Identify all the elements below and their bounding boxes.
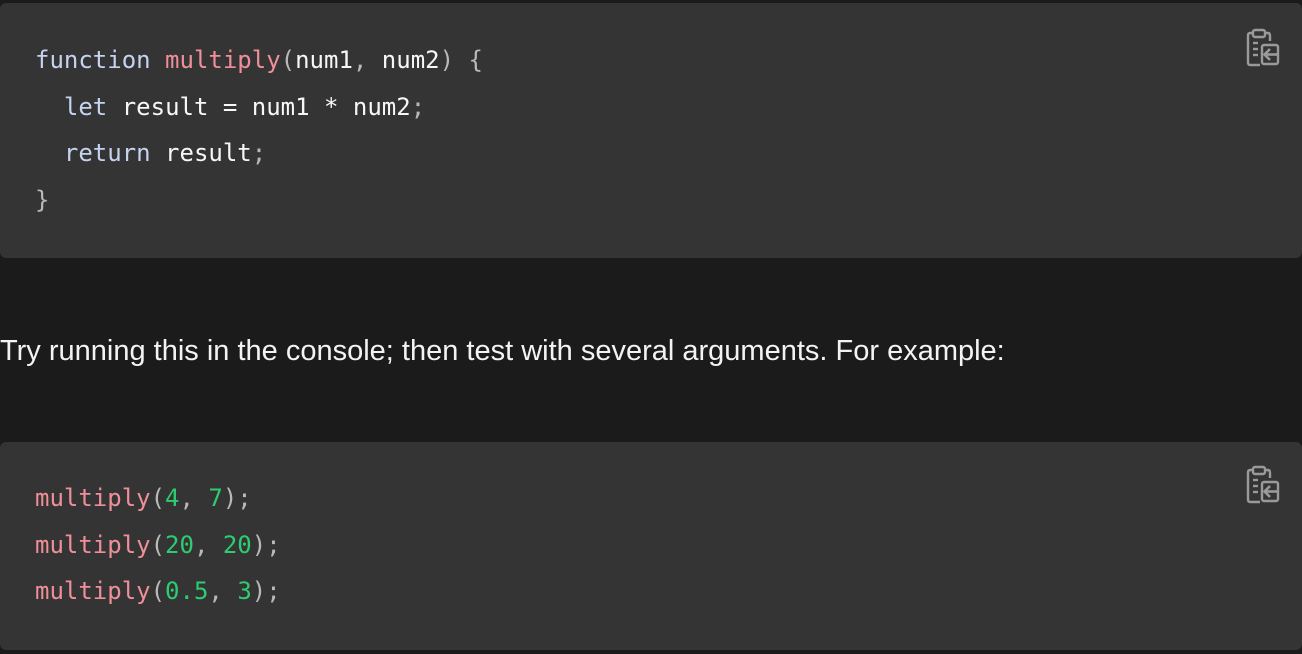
code-token: function bbox=[35, 46, 151, 74]
clipboard-copy-icon bbox=[1246, 465, 1280, 504]
code-token: return bbox=[63, 139, 151, 167]
code-token: 20 bbox=[222, 530, 252, 559]
code-block-usage-examples: multiply(4, 7); multiply(20, 20); multiply… bbox=[0, 442, 1302, 650]
code-line: let result = num1 * num2; bbox=[35, 84, 483, 131]
code-token: ( bbox=[150, 530, 166, 559]
code-line: multiply(4, 7); bbox=[35, 475, 281, 522]
code-token: , bbox=[193, 530, 223, 559]
clipboard-copy-icon bbox=[1246, 28, 1280, 67]
code-token: 7 bbox=[208, 484, 223, 512]
code-token: let bbox=[63, 92, 108, 121]
code-token: , bbox=[208, 577, 238, 605]
code-token: } bbox=[35, 185, 50, 214]
code-content: function multiply(num1, num2) { let resu… bbox=[35, 37, 483, 223]
code-token: multiply bbox=[35, 577, 151, 605]
code-line: multiply(20, 20); bbox=[35, 522, 281, 569]
copy-code-button[interactable] bbox=[1246, 28, 1282, 68]
code-content: multiply(4, 7); multiply(20, 20); multiply… bbox=[35, 475, 281, 615]
code-token: ); bbox=[222, 484, 252, 512]
code-token: ( bbox=[150, 577, 166, 605]
code-token: 3 bbox=[237, 577, 252, 605]
code-token: ) { bbox=[439, 46, 483, 74]
code-token: 0.5 bbox=[165, 577, 209, 605]
code-token: , bbox=[352, 46, 382, 74]
code-line: } bbox=[35, 177, 483, 224]
code-token: result = num1 * num2 bbox=[107, 92, 411, 121]
instruction-paragraph: Try running this in the console; then te… bbox=[0, 335, 1005, 367]
code-line: function multiply(num1, num2) { bbox=[35, 37, 483, 84]
code-token: 4 bbox=[165, 484, 180, 512]
code-token: ( bbox=[150, 484, 166, 512]
code-token: multiply bbox=[35, 484, 151, 512]
code-token: num2 bbox=[381, 46, 440, 74]
code-token: multiply bbox=[35, 530, 151, 559]
code-token: 20 bbox=[165, 530, 194, 559]
code-token: num1 bbox=[295, 46, 353, 74]
code-token: ); bbox=[251, 577, 281, 605]
code-token: ; bbox=[251, 139, 267, 167]
code-block-function-definition: function multiply(num1, num2) { let resu… bbox=[0, 3, 1302, 258]
code-token: result bbox=[150, 139, 252, 167]
code-token: ); bbox=[251, 530, 281, 559]
code-token: ; bbox=[410, 92, 426, 121]
copy-code-button[interactable] bbox=[1246, 465, 1282, 505]
code-token: , bbox=[179, 484, 209, 512]
code-line: return result; bbox=[35, 130, 483, 177]
code-line: multiply(0.5, 3); bbox=[35, 568, 281, 615]
code-token: ( bbox=[280, 46, 296, 74]
code-token: multiply bbox=[165, 46, 281, 74]
